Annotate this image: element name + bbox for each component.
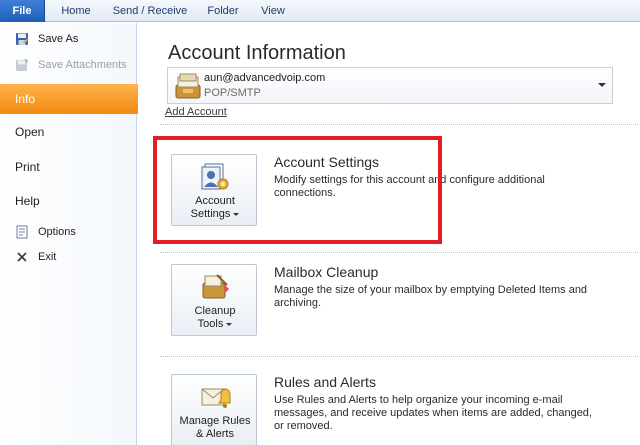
- nav-help[interactable]: Help: [15, 194, 40, 208]
- nav-exit[interactable]: Exit: [0, 249, 137, 265]
- account-dropdown[interactable]: aun@advancedvoip.com POP/SMTP: [167, 67, 613, 104]
- ribbon-tab-bar: File Home Send / Receive Folder View: [0, 0, 640, 22]
- account-email: aun@advancedvoip.com: [204, 72, 326, 84]
- cleanup-tools-button-label: Cleanup Tools: [194, 305, 236, 330]
- annotation-highlight-box: [153, 136, 442, 244]
- nav-print[interactable]: Print: [15, 160, 40, 174]
- nav-exit-label: Exit: [38, 251, 57, 263]
- section-divider: [160, 252, 638, 253]
- add-account-link[interactable]: Add Account: [165, 106, 227, 118]
- manage-rules-alerts-button[interactable]: Manage Rules & Alerts: [171, 374, 257, 445]
- tab-folder[interactable]: Folder: [200, 0, 246, 22]
- rules-alerts-title: Rules and Alerts: [274, 374, 376, 390]
- chevron-down-icon: [226, 322, 233, 326]
- section-divider: [160, 356, 638, 357]
- nav-save-as[interactable]: Save As: [0, 31, 137, 47]
- nav-open[interactable]: Open: [15, 125, 44, 139]
- nav-info[interactable]: Info: [0, 84, 150, 114]
- save-as-icon: [14, 31, 30, 47]
- nav-options[interactable]: Options: [0, 224, 137, 240]
- save-attachments-icon: [14, 57, 30, 73]
- page-title: Account Information: [168, 42, 346, 64]
- exit-icon: [14, 249, 30, 265]
- mailbox-cleanup-title: Mailbox Cleanup: [274, 264, 379, 280]
- backstage-nav: Save As Save Attachments Info Open Print…: [0, 23, 150, 445]
- nav-save-attachments[interactable]: Save Attachments: [0, 57, 137, 73]
- mailbox-cleanup-description: Manage the size of your mailbox by empty…: [274, 284, 588, 309]
- nav-info-label: Info: [15, 92, 36, 106]
- account-type: POP/SMTP: [204, 87, 261, 99]
- tab-file[interactable]: File: [0, 0, 45, 22]
- section-divider: [160, 124, 638, 125]
- account-information-panel: Account Information aun@advancedvoip.com…: [138, 23, 640, 445]
- tab-send-receive[interactable]: Send / Receive: [108, 0, 192, 22]
- nav-save-attachments-label: Save Attachments: [38, 59, 127, 71]
- rules-alerts-description: Use Rules and Alerts to help organize yo…: [274, 394, 592, 432]
- tab-view[interactable]: View: [255, 0, 291, 22]
- manage-rules-alerts-button-label: Manage Rules & Alerts: [179, 415, 251, 440]
- account-icon: [173, 71, 203, 101]
- rules-alerts-icon: [199, 381, 231, 413]
- dropdown-arrow-icon: [598, 83, 606, 87]
- options-icon: [14, 224, 30, 240]
- tab-home[interactable]: Home: [52, 0, 100, 22]
- cleanup-tools-button[interactable]: Cleanup Tools: [171, 264, 257, 336]
- nav-save-as-label: Save As: [38, 33, 79, 45]
- cleanup-tools-icon: [199, 271, 231, 303]
- nav-options-label: Options: [38, 226, 76, 238]
